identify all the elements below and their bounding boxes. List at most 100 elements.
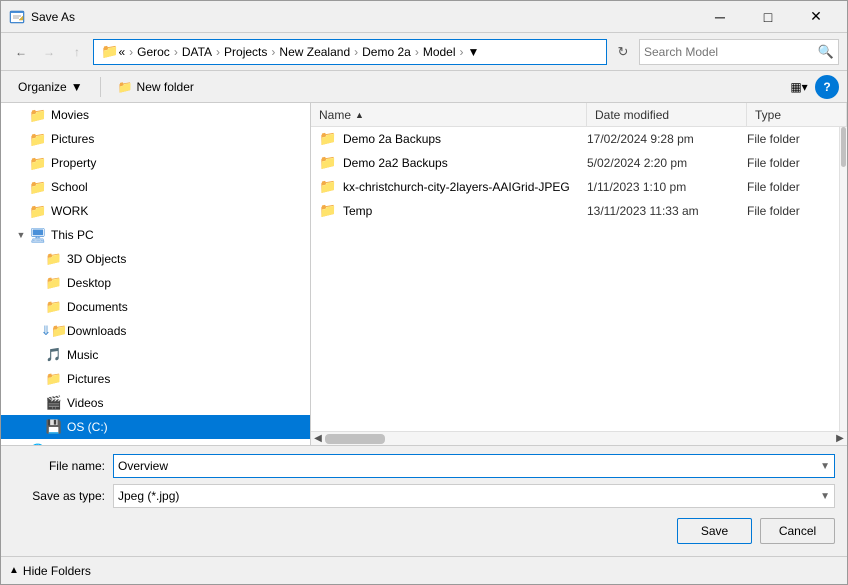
filetype-dropdown-icon: ▼ [820,491,830,502]
bottom-area: File name: ▼ Save as type: Jpeg (*.jpg) … [1,445,847,556]
folder-icon: 📁 [29,132,47,146]
breadcrumb-demo2a[interactable]: Demo 2a [359,44,414,60]
new-folder-button[interactable]: 📁 New folder [109,75,203,99]
view-button[interactable]: ▦ ▾ [787,75,811,99]
refresh-button[interactable]: ↻ [611,39,635,65]
sidebar-item-pictures[interactable]: 📁 Pictures [1,127,310,151]
folder-icon: 📁 [319,204,337,218]
sidebar-item-label: This PC [51,228,94,242]
new-folder-icon: 📁 [118,80,133,94]
breadcrumb-model[interactable]: Model [420,44,459,60]
hide-folders-button[interactable]: ▲ Hide Folders [9,564,91,578]
search-input[interactable] [644,45,818,59]
toolbar-right: ▦ ▾ ? [787,75,839,99]
breadcrumb-folder-icon: 📁 [101,43,118,60]
search-box[interactable]: 🔍 [639,39,839,65]
filename-row: File name: ▼ [13,454,835,478]
save-button[interactable]: Save [677,518,752,544]
sidebar-item-documents[interactable]: 📁 Documents [1,295,310,319]
sidebar-item-property[interactable]: 📁 Property [1,151,310,175]
sidebar-item-label: Pictures [51,132,94,146]
sidebar-item-movies[interactable]: 📁 Movies [1,103,310,127]
filename-label: File name: [13,459,113,473]
scroll-left-button[interactable]: ◀ [311,432,325,446]
forward-button[interactable]: → [37,40,61,64]
sidebar-item-desktop[interactable]: 📁 Desktop [1,271,310,295]
sidebar-item-osc[interactable]: 💾 OS (C:) [1,415,310,439]
expand-icon: ▼ [13,230,29,240]
col-header-name[interactable]: Name ▲ [311,103,587,126]
cancel-button[interactable]: Cancel [760,518,835,544]
sidebar-item-label: WORK [51,204,88,218]
table-row[interactable]: 📁 kx-christchurch-city-2layers-AAIGrid-J… [311,175,839,199]
file-name: 📁 Demo 2a Backups [311,132,579,146]
up-button[interactable]: ↑ [65,40,89,64]
video-icon: 🎬 [45,396,63,410]
file-type: File folder [739,156,839,170]
organize-button[interactable]: Organize ▼ [9,75,92,99]
col-header-date[interactable]: Date modified [587,103,747,126]
filetype-select[interactable]: Jpeg (*.jpg) ▼ [113,484,835,508]
sidebar-item-videos[interactable]: 🎬 Videos [1,391,310,415]
file-date: 5/02/2024 2:20 pm [579,156,739,170]
right-panel: Name ▲ Date modified Type 📁 Demo 2a Back… [311,103,847,445]
network-icon: 🌐 [29,444,47,445]
file-type: File folder [739,132,839,146]
button-row: Save Cancel [13,514,835,548]
sidebar-item-label: Music [67,348,98,362]
breadcrumb-new-zealand[interactable]: New Zealand [276,44,353,60]
filename-input-wrapper[interactable]: ▼ [113,454,835,478]
scroll-thumb[interactable] [841,127,846,167]
sidebar-item-thispc[interactable]: ▼ 🖥 This PC [1,223,310,247]
col-header-type[interactable]: Type [747,103,847,126]
file-list-header: Name ▲ Date modified Type [311,103,847,127]
folder-icon: 📁 [45,372,63,386]
horizontal-scrollbar[interactable]: ◀ ▶ [311,431,847,445]
minimize-button[interactable]: ─ [697,3,743,31]
sidebar-item-work[interactable]: 📁 WORK [1,199,310,223]
sidebar-item-label: Downloads [67,324,126,338]
breadcrumb-projects[interactable]: Projects [221,44,270,60]
music-icon: 🎵 [45,348,63,362]
toolbar: Organize ▼ 📁 New folder ▦ ▾ ? [1,71,847,103]
breadcrumb-dropdown[interactable]: ▼ [465,44,483,60]
folder-icon: 📁 [29,156,47,170]
sidebar-item-3dobjects[interactable]: 📁 3D Objects [1,247,310,271]
help-button[interactable]: ? [815,75,839,99]
filename-input[interactable] [118,459,820,473]
folder-icon: 📁 [319,156,337,170]
breadcrumb-geroc[interactable]: Geroc [134,44,173,60]
file-name: 📁 Demo 2a2 Backups [311,156,579,170]
back-button[interactable]: ← [9,40,33,64]
title-bar-buttons: ─ □ ✕ [697,3,839,31]
table-row[interactable]: 📁 Demo 2a Backups 17/02/2024 9:28 pm Fil… [311,127,839,151]
table-row[interactable]: 📁 Temp 13/11/2023 11:33 am File folder [311,199,839,223]
close-button[interactable]: ✕ [793,3,839,31]
table-row[interactable]: 📁 Demo 2a2 Backups 5/02/2024 2:20 pm Fil… [311,151,839,175]
folder-icon: 📁 [29,180,47,194]
scroll-right-button[interactable]: ▶ [833,432,847,446]
breadcrumb-data[interactable]: DATA [179,44,215,60]
sidebar-item-downloads[interactable]: ⇓📁 Downloads [1,319,310,343]
file-date: 17/02/2024 9:28 pm [579,132,739,146]
computer-icon: 🖥 [29,228,47,242]
sidebar-item-music[interactable]: 🎵 Music [1,343,310,367]
sidebar-item-label: 3D Objects [67,252,126,266]
organize-label: Organize [18,80,67,94]
sidebar-item-school[interactable]: 📁 School [1,175,310,199]
maximize-button[interactable]: □ [745,3,791,31]
scroll-track [325,432,833,445]
filename-dropdown-icon[interactable]: ▼ [820,461,830,472]
new-folder-label: New folder [137,80,194,94]
sidebar-item-network[interactable]: ► 🌐 Network [1,439,310,445]
breadcrumb-nav-icon[interactable]: 📁 « [98,42,128,61]
scroll-thumb[interactable] [325,434,385,444]
folder-icon: 📁 [29,204,47,218]
file-name: 📁 kx-christchurch-city-2layers-AAIGrid-J… [311,180,579,194]
file-date: 13/11/2023 11:33 am [579,204,739,218]
sidebar-item-pictures2[interactable]: 📁 Pictures [1,367,310,391]
breadcrumb[interactable]: 📁 « › Geroc › DATA › Projects › New Zeal… [93,39,607,65]
vertical-scrollbar[interactable] [839,127,847,431]
address-bar: ← → ↑ 📁 « › Geroc › DATA › Projects › Ne… [1,33,847,71]
dialog-title: Save As [31,10,697,24]
